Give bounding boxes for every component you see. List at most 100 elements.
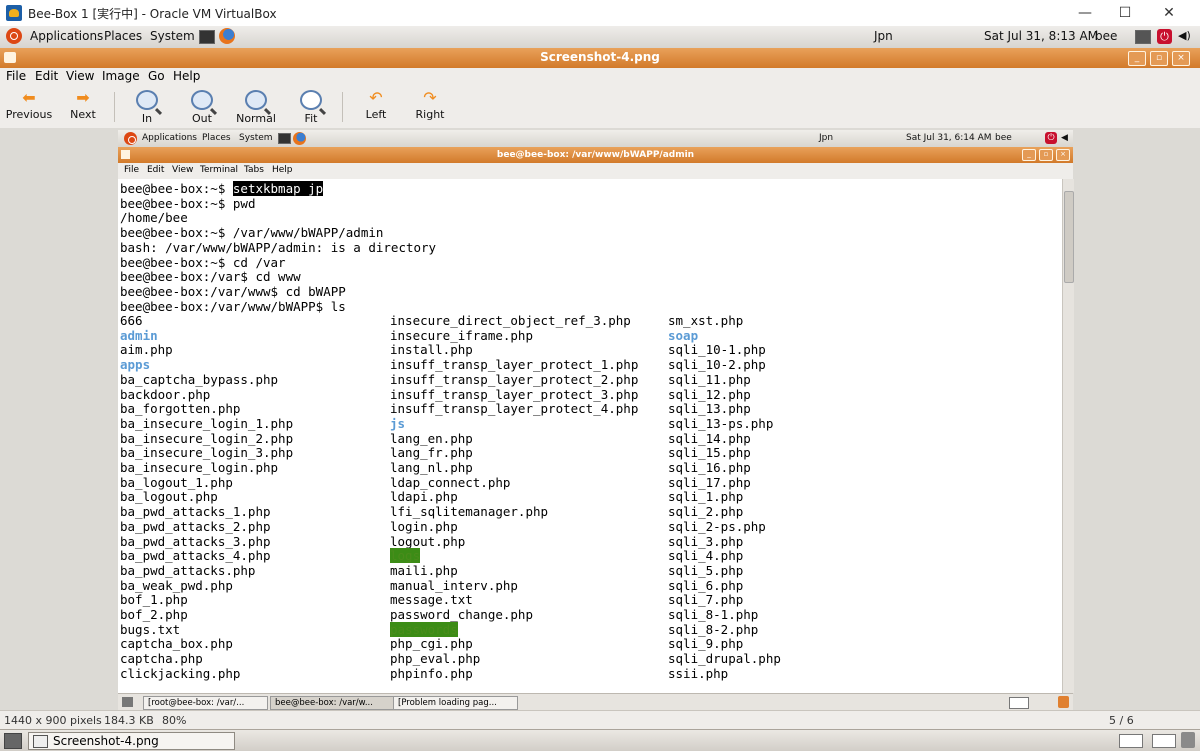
shell-command: /var/www/bWAPP/admin: [232, 225, 384, 241]
power-icon[interactable]: ⏻: [1157, 29, 1172, 44]
menu-help[interactable]: Help: [173, 69, 200, 83]
statusbar: 1440 x 900 pixels 184.3 KB 80% 5 / 6: [0, 710, 1200, 730]
file-name: clickjacking.php: [120, 665, 241, 681]
image-filesize: 184.3 KB: [104, 714, 154, 727]
keyboard-layout[interactable]: Jpn: [874, 29, 893, 43]
clock[interactable]: Sat Jul 31, 8:13 AM: [984, 29, 1098, 43]
file-name: sm_xst.php: [668, 313, 744, 328]
firefox-launcher-icon[interactable]: [219, 28, 235, 44]
file-name: apps: [120, 357, 151, 373]
zoom-in-icon: [136, 90, 158, 110]
shell-command: setxkbmap jp: [232, 181, 324, 196]
rotate-left-icon: ↶: [369, 88, 383, 107]
file-entry: install.php: [390, 343, 638, 358]
close-button[interactable]: ✕: [1146, 0, 1192, 26]
volume-icon[interactable]: ◀): [1178, 29, 1191, 42]
window-title: Bee-Box 1 [実行中] - Oracle VM VirtualBox: [28, 7, 277, 21]
file-entry: ldap_connect.php: [390, 475, 638, 491]
file-entry: sqli_1.php: [668, 490, 781, 505]
image-position: 5 / 6: [1109, 714, 1134, 727]
eog-minimize-button[interactable]: _: [1128, 51, 1146, 66]
file-entry: sqli_10-2.php: [668, 357, 781, 373]
file-entry: ba_pwd_attacks.php: [120, 563, 293, 579]
workspace-switcher-icon[interactable]: [1152, 734, 1176, 748]
next-label: Next: [70, 108, 96, 121]
shell-command: ls: [330, 298, 346, 314]
menu-edit[interactable]: Edit: [35, 69, 58, 83]
file-entry: sqli_13-ps.php: [668, 416, 781, 432]
rotate-right-button[interactable]: ↷ Right: [401, 88, 459, 122]
menubar: File Edit View Image Go Help: [0, 68, 1200, 86]
eog-maximize-button[interactable]: ▫: [1150, 51, 1168, 66]
file-name: maili.php: [390, 562, 458, 578]
file-entry: bof_2.php: [120, 607, 293, 623]
menu-file[interactable]: File: [6, 69, 26, 83]
zoom-out-button[interactable]: Out: [173, 88, 231, 125]
file-name: captcha_box.php: [120, 636, 233, 652]
trash-icon[interactable]: [1181, 732, 1195, 748]
maximize-button[interactable]: ☐: [1102, 0, 1148, 26]
normal-size-button[interactable]: Normal: [227, 88, 285, 125]
user-name[interactable]: bee: [1095, 29, 1117, 43]
terminal-menubar: File Edit View Terminal Tabs Help: [118, 163, 1073, 179]
eog-close-button[interactable]: ×: [1172, 51, 1190, 66]
previous-button[interactable]: ⬅ Previous: [0, 88, 58, 122]
network-icon[interactable]: [1135, 30, 1151, 44]
file-name: ba_insecure_login.php: [120, 460, 279, 476]
file-name: captcha.php: [120, 651, 203, 667]
menu-view[interactable]: View: [66, 69, 94, 83]
screenshot-volume-icon: ◀: [1061, 133, 1068, 143]
image-viewer-titlebar: Screenshot-4.png _ ▫ ×: [0, 48, 1200, 69]
applications-menu[interactable]: Applications: [30, 29, 103, 43]
shell-command: pwd: [232, 195, 256, 211]
file-name: logout.php: [390, 533, 466, 549]
file-name: sqli_10-1.php: [668, 342, 766, 358]
terminal-menu-tabs: Tabs: [244, 165, 264, 175]
shell-output: /home/bee: [120, 210, 188, 226]
terminal-line: bee@bee-box:/var$ cd www: [120, 269, 436, 285]
file-name: ldapi.php: [390, 489, 458, 505]
file-entry: phpinfo.php: [390, 666, 638, 682]
shell-prompt: bee@bee-box:/var/www$: [120, 283, 286, 299]
menu-image[interactable]: Image: [102, 69, 140, 83]
zoom-in-label: In: [141, 112, 153, 125]
system-menu[interactable]: System: [150, 29, 195, 43]
right-label: Right: [415, 108, 445, 121]
file-entry: sqli_11.php: [668, 371, 781, 388]
rotate-right-icon: ↷: [423, 88, 437, 107]
shell-command: cd bWAPP: [285, 283, 346, 299]
left-label: Left: [365, 108, 387, 121]
shell-prompt: bee@bee-box:/var$: [120, 269, 256, 285]
places-menu[interactable]: Places: [104, 29, 142, 43]
screenshot-places: Places: [202, 133, 231, 143]
rotate-left-button[interactable]: ↶ Left: [347, 88, 405, 122]
file-name: message.txt: [390, 592, 473, 608]
ubuntu-logo-icon[interactable]: [6, 28, 22, 44]
file-entry: ba_pwd_attacks_3.php: [120, 534, 293, 550]
screenshot-taskbar: [root@bee-box: /var/... bee@bee-box: /va…: [118, 693, 1073, 711]
file-entry: bugs.txt: [120, 622, 293, 638]
show-desktop-icon[interactable]: [4, 733, 22, 749]
file-entry: insuff_transp_layer_protect_4.php: [390, 401, 638, 417]
file-entry: sqli_5.php: [668, 563, 781, 579]
file-entry: password_change.php: [390, 607, 638, 623]
file-entry: ba_insecure_login_3.php: [120, 445, 293, 461]
taskbar-item-screenshot[interactable]: Screenshot-4.png: [28, 732, 235, 750]
file-name: 666: [120, 313, 143, 328]
terminal-line: /home/bee: [120, 211, 436, 226]
terminal-line: bash: /var/www/bWAPP/admin: is a directo…: [120, 240, 436, 256]
menu-go[interactable]: Go: [148, 69, 165, 83]
file-name: sqli_11.php: [668, 371, 751, 387]
terminal-maximize-button: ▫: [1039, 149, 1053, 161]
file-name: insecure_iframe.php: [390, 327, 533, 343]
fit-button[interactable]: Fit: [282, 88, 340, 125]
next-button[interactable]: ➡ Next: [54, 88, 112, 122]
shell-command: cd www: [255, 269, 301, 285]
terminal-launcher-icon[interactable]: [199, 30, 215, 44]
file-name: insuff_transp_layer_protect_1.php: [390, 357, 639, 373]
zoom-in-button[interactable]: In: [118, 88, 176, 125]
workspace-switcher-icon[interactable]: [1119, 734, 1143, 748]
file-name: soap: [668, 327, 699, 343]
file-name: sqli_1.php: [668, 489, 744, 505]
file-entry: ba_insecure_login.php: [120, 460, 293, 476]
